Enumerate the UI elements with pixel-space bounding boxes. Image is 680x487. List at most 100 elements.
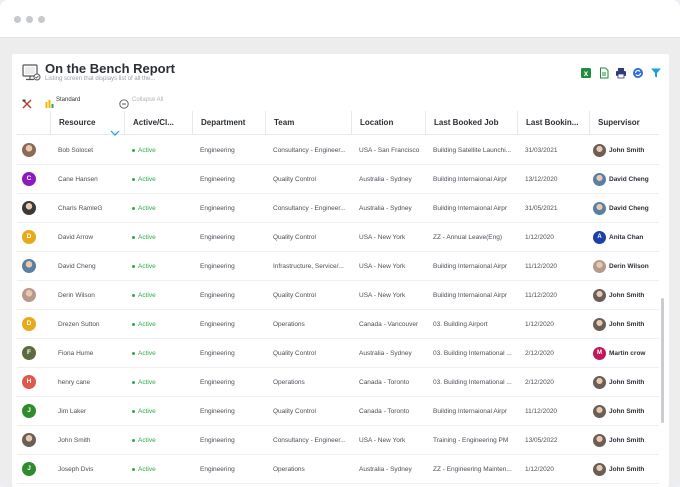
supervisor-name: David Cheng — [609, 176, 649, 183]
last-booked-job-cell: 03. Building International ... — [433, 379, 512, 386]
status-text: Active — [138, 379, 156, 386]
department-cell: Engineering — [200, 176, 235, 183]
resource-name[interactable]: Derin Wilson — [50, 281, 124, 310]
supervisor-name: John Smith — [609, 147, 645, 154]
supervisor-name: John Smith — [609, 437, 645, 444]
report-panel: On the Bench Report Listing screen that … — [12, 54, 669, 487]
table-row[interactable]: Derin Wilson Active Engineering Quality Con… — [17, 281, 659, 310]
location-cell: Canada - Toronto — [359, 379, 410, 386]
department-cell: Engineering — [200, 379, 235, 386]
header-supervisor[interactable]: Supervisor — [589, 111, 659, 135]
team-cell: Quality Control — [273, 408, 316, 415]
window-dot-icon — [26, 16, 33, 23]
resource-name[interactable]: David Cheng — [50, 252, 124, 281]
table-row[interactable]: D David Arrow Active Engineering Quality Con… — [17, 223, 659, 252]
supervisor-avatar — [593, 405, 606, 418]
resource-name[interactable]: John Smith — [50, 426, 124, 455]
status-text: Active — [138, 408, 156, 415]
avatar: J — [22, 462, 36, 476]
last-booking-date-cell: 1/12/2020 — [525, 321, 554, 328]
status-text: Active — [138, 466, 156, 473]
status-badge: Active — [124, 339, 192, 368]
resource-name[interactable]: Joseph Dvis — [50, 455, 124, 484]
table-row[interactable]: David Cheng Active Engineering Infrastructu… — [17, 252, 659, 281]
table-row[interactable]: Hhenry cane Active Engineering Operations Ca… — [17, 368, 659, 397]
status-dot-icon — [132, 235, 135, 239]
last-booking-date-cell: 13/05/2022 — [525, 437, 558, 444]
page-title: On the Bench Report — [45, 61, 176, 76]
avatar: D — [22, 230, 36, 244]
collapse-all-label[interactable]: Collapse All — [132, 97, 163, 103]
last-booked-job-cell: Training - Engineering PM — [433, 437, 509, 444]
resource-name[interactable]: Fiona Hume — [50, 339, 124, 368]
resource-name[interactable]: Cane Hansen — [50, 165, 124, 194]
avatar: C — [22, 172, 36, 186]
supervisor-cell: John Smith — [589, 281, 659, 310]
department-cell: Engineering — [200, 205, 235, 212]
location-cell: Australia - Sydney — [359, 205, 412, 212]
excel-export-icon[interactable]: x — [580, 66, 592, 78]
table-row[interactable]: J Jim Laker Active Engineering Quality Contr… — [17, 397, 659, 426]
table-row[interactable]: F Fiona Hume Active Engineering Quality Cont… — [17, 339, 659, 368]
supervisor-name: John Smith — [609, 466, 645, 473]
supervisor-avatar — [593, 202, 606, 215]
department-cell: Engineering — [200, 321, 235, 328]
resource-name[interactable]: David Arrow — [50, 223, 124, 252]
page-subtitle: Listing screen that displays list of all… — [45, 76, 156, 82]
standard-view-label[interactable]: Standard — [56, 97, 80, 103]
location-cell: USA - New York — [359, 263, 406, 270]
resource-name[interactable]: henry cane — [50, 368, 124, 397]
last-booking-date-cell: 13/12/2020 — [525, 176, 558, 183]
department-cell: Engineering — [200, 408, 235, 415]
location-cell: Canada - Toronto — [359, 408, 410, 415]
supervisor-avatar: A — [593, 231, 606, 244]
table-row[interactable]: John Smith Active Engineering Consultancy -… — [17, 426, 659, 455]
table-row[interactable]: Charls RamleG Active Engineering Consultanc… — [17, 194, 659, 223]
location-cell: USA - New York — [359, 437, 406, 444]
location-cell: USA - San Francisco — [359, 147, 420, 154]
table-row[interactable]: J Joseph Dvis Active Engineering Operations A… — [17, 455, 659, 484]
header-active-status[interactable]: Active/Cl... — [124, 111, 192, 135]
supervisor-name: Martin crow — [609, 350, 646, 357]
header-team[interactable]: Team — [265, 111, 351, 135]
table-row[interactable]: D Drezen Sutton Active Engineering Operation… — [17, 310, 659, 339]
department-cell: Engineering — [200, 234, 235, 241]
status-text: Active — [138, 205, 156, 212]
resource-name[interactable]: Charls RamleG — [50, 194, 124, 223]
status-badge: Active — [124, 165, 192, 194]
sync-icon[interactable] — [632, 66, 644, 78]
avatar: D — [22, 317, 36, 331]
table-row[interactable]: C Cane Hansen Active Engineering Quality Con… — [17, 165, 659, 194]
location-cell: USA - New York — [359, 292, 406, 299]
resource-name[interactable]: Jim Laker — [50, 397, 124, 426]
header-department[interactable]: Department — [192, 111, 265, 135]
team-cell: Operations — [273, 466, 305, 473]
last-booking-date-cell: 11/12/2020 — [525, 263, 558, 270]
avatar — [22, 288, 36, 302]
table-header: Resource Active/Cl... Department Team Lo… — [17, 111, 659, 136]
team-cell: Quality Control — [273, 176, 316, 183]
last-booking-date-cell: 11/12/2020 — [525, 408, 558, 415]
team-cell: Quality Control — [273, 292, 316, 299]
vertical-scrollbar[interactable] — [661, 298, 664, 423]
document-export-icon[interactable] — [598, 66, 610, 79]
print-icon[interactable] — [615, 66, 627, 79]
resource-name[interactable]: Drezen Sutton — [50, 310, 124, 339]
location-cell: Australia - Sydney — [359, 466, 412, 473]
team-cell: Operations — [273, 321, 305, 328]
filter-icon[interactable] — [650, 66, 662, 78]
avatar: J — [22, 404, 36, 418]
status-dot-icon — [132, 206, 135, 210]
avatar: F — [22, 346, 36, 360]
resource-name[interactable]: Bob Solocet — [50, 136, 124, 165]
avatar — [22, 433, 36, 447]
status-text: Active — [138, 321, 156, 328]
avatar: H — [22, 375, 36, 389]
table-row[interactable]: Bob Solocet Active Engineering Consultancy … — [17, 136, 659, 165]
team-cell: Quality Control — [273, 234, 316, 241]
header-location[interactable]: Location — [351, 111, 425, 135]
avatar — [22, 143, 36, 157]
header-last-booking-date[interactable]: Last Bookin... — [517, 111, 589, 135]
header-last-booked-job[interactable]: Last Booked Job — [425, 111, 517, 135]
avatar — [22, 259, 36, 273]
